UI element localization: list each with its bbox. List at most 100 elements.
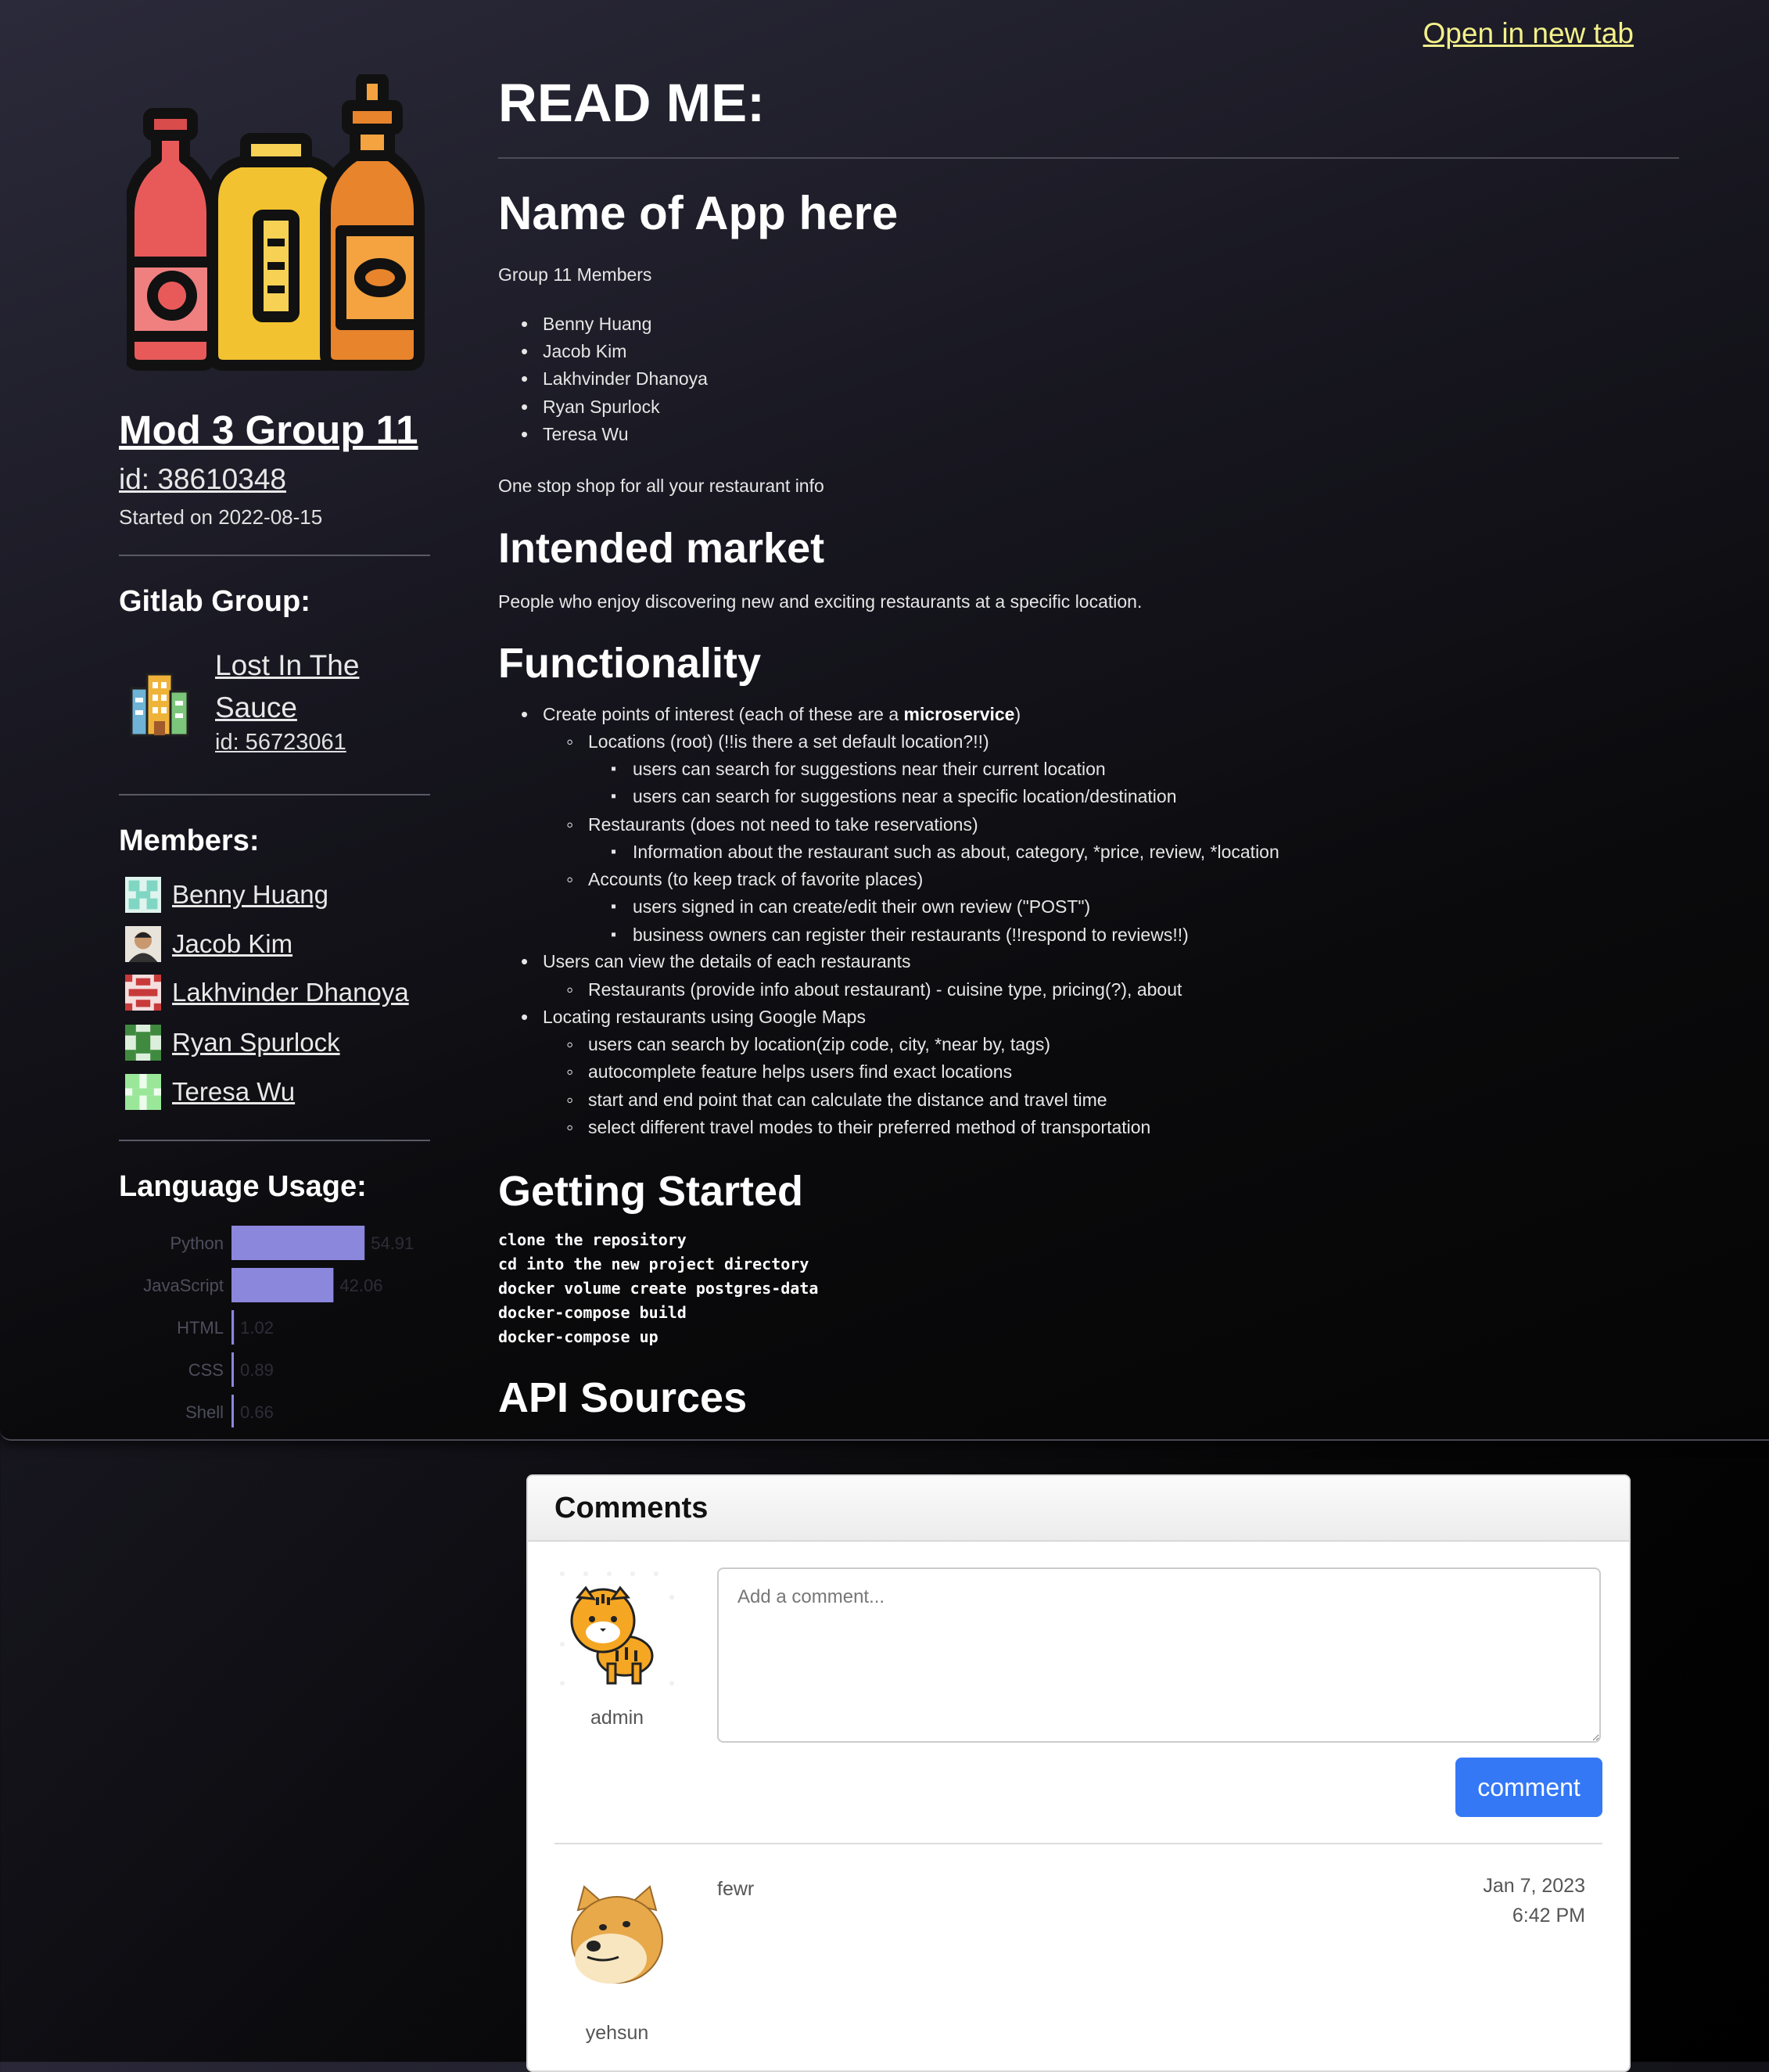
readme-divider xyxy=(498,157,1679,159)
intended-market-heading: Intended market xyxy=(498,525,825,572)
comment-date: Jan 7, 2023 xyxy=(1483,1875,1585,1897)
gitlab-group-link[interactable]: Lost In The Sauce xyxy=(215,645,418,729)
doge-avatar-icon xyxy=(554,1871,680,1996)
language-bar xyxy=(231,1310,235,1345)
getting-started-code-block: clone the repository cd into the new pro… xyxy=(498,1228,818,1349)
comments-divider xyxy=(554,1843,1602,1844)
functionality-subitem: select different travel modes to their p… xyxy=(566,1114,1150,1141)
comments-title: Comments xyxy=(554,1492,709,1524)
language-bar xyxy=(231,1395,234,1427)
member-link[interactable]: Ryan Spurlock xyxy=(172,1028,340,1058)
member-link[interactable]: Jacob Kim xyxy=(172,929,292,959)
functionality-detail: Information about the restaurant such as… xyxy=(611,838,1279,866)
functionality-text: ) xyxy=(1014,704,1021,724)
current-user-name: admin xyxy=(590,1707,644,1729)
language-label: Shell xyxy=(185,1402,224,1422)
member-avatar xyxy=(125,1074,161,1110)
functionality-subitem: users can search by location(zip code, c… xyxy=(566,1031,1050,1058)
language-bar xyxy=(231,1352,234,1387)
sidebar-divider xyxy=(119,794,430,795)
comment-author: yehsun xyxy=(585,2022,649,2044)
code-line: cd into the new project directory xyxy=(498,1255,809,1273)
functionality-subitem: autocomplete feature helps users find ex… xyxy=(566,1058,1012,1086)
language-label: JavaScript xyxy=(143,1276,224,1295)
intended-market-text: People who enjoy discovering new and exc… xyxy=(498,591,1143,612)
language-bar xyxy=(231,1268,334,1302)
language-usage-heading: Language Usage: xyxy=(119,1170,367,1203)
comment-timestamp: Jan 7, 2023 6:42 PM xyxy=(1483,1871,1585,1930)
code-line: clone the repository xyxy=(498,1230,687,1249)
microservice-bold-text: microservice xyxy=(903,704,1015,724)
language-label: HTML xyxy=(177,1318,224,1338)
readme-member-item: Teresa Wu xyxy=(521,421,628,448)
project-id-link[interactable]: id: 38610348 xyxy=(119,463,286,496)
group-avatar-buildings-icon xyxy=(130,673,189,737)
group-members-label: Group 11 Members xyxy=(498,264,652,285)
member-avatar xyxy=(125,1025,161,1061)
functionality-subitem: Restaurants (does not need to take reser… xyxy=(566,811,978,838)
code-line: docker-compose up xyxy=(498,1327,658,1346)
member-avatar xyxy=(125,877,161,913)
functionality-item: Users can view the details of each resta… xyxy=(521,948,910,975)
language-value-label: 0.66 xyxy=(240,1402,274,1422)
functionality-subitem: Restaurants (provide info about restaura… xyxy=(566,976,1182,1004)
readme-member-item: Ryan Spurlock xyxy=(521,393,659,421)
language-label: Python xyxy=(170,1234,224,1253)
member-link[interactable]: Lakhvinder Dhanoya xyxy=(172,978,409,1007)
readme-member-item: Benny Huang xyxy=(521,311,651,338)
functionality-item: Locating restaurants using Google Maps xyxy=(521,1004,866,1031)
gitlab-group-heading: Gitlab Group: xyxy=(119,585,310,618)
functionality-heading: Functionality xyxy=(498,640,761,687)
tiger-avatar-icon xyxy=(554,1566,680,1691)
member-link[interactable]: Benny Huang xyxy=(172,880,328,910)
functionality-text: Create points of interest (each of these… xyxy=(543,704,904,724)
language-usage-chart: Python 54.91 JavaScript 42.06 HTML 1.02 CSS 0.8… xyxy=(143,1226,414,1427)
functionality-detail: users can search for suggestions near th… xyxy=(611,756,1106,783)
functionality-detail: users signed in can create/edit their ow… xyxy=(611,893,1090,921)
functionality-subitem: start and end point that can calculate t… xyxy=(566,1086,1107,1114)
comment-time: 6:42 PM xyxy=(1512,1905,1585,1927)
language-value-label: 42.06 xyxy=(339,1276,382,1295)
member-item[interactable]: Benny Huang xyxy=(125,876,328,914)
member-avatar xyxy=(125,975,161,1011)
member-item[interactable]: Jacob Kim xyxy=(125,925,292,963)
sidebar-divider xyxy=(119,1140,430,1141)
functionality-subitem: Accounts (to keep track of favorite plac… xyxy=(566,866,923,893)
api-sources-heading: API Sources xyxy=(498,1374,748,1421)
member-item[interactable]: Ryan Spurlock xyxy=(125,1024,340,1061)
getting-started-heading: Getting Started xyxy=(498,1168,804,1215)
comments-card: Comments admin comment yehsun fewr Jan 7… xyxy=(526,1474,1631,2072)
member-item[interactable]: Lakhvinder Dhanoya xyxy=(125,974,409,1011)
language-value-label: 0.89 xyxy=(240,1360,274,1380)
app-tagline: One stop shop for all your restaurant in… xyxy=(498,476,824,496)
functionality-subitem: Locations (root) (!!is there a set defau… xyxy=(566,728,989,756)
code-line: docker-compose build xyxy=(498,1303,687,1322)
functionality-detail: users can search for suggestions near a … xyxy=(611,783,1176,810)
readme-heading: READ ME: xyxy=(498,73,766,133)
comments-header: Comments xyxy=(528,1476,1629,1542)
readme-member-item: Lakhvinder Dhanoya xyxy=(521,365,708,393)
comment-submit-button[interactable]: comment xyxy=(1455,1758,1602,1817)
language-bar xyxy=(231,1226,365,1260)
readme-member-item: Jacob Kim xyxy=(521,338,626,365)
code-line: docker volume create postgres-data xyxy=(498,1279,819,1298)
members-heading: Members: xyxy=(119,824,260,857)
functionality-detail: business owners can register their resta… xyxy=(611,921,1189,949)
language-value-label: 1.02 xyxy=(240,1318,274,1338)
project-title-link[interactable]: Mod 3 Group 11 xyxy=(119,407,418,453)
sauce-bottles-logo xyxy=(127,74,425,371)
member-link[interactable]: Teresa Wu xyxy=(172,1077,295,1107)
member-avatar xyxy=(125,926,161,962)
gitlab-group-id-link[interactable]: id: 56723061 xyxy=(215,730,346,756)
member-item[interactable]: Teresa Wu xyxy=(125,1073,295,1111)
language-label: CSS xyxy=(188,1360,224,1380)
sidebar-divider xyxy=(119,555,430,556)
project-start-date: Started on 2022-08-15 xyxy=(119,505,323,529)
project-panel: Open in new tab Mod 3 Group 11 id: 38610… xyxy=(0,0,1769,1441)
open-in-new-tab-link[interactable]: Open in new tab xyxy=(1423,17,1634,50)
language-value-label: 54.91 xyxy=(371,1234,414,1253)
app-name-heading: Name of App here xyxy=(498,187,899,239)
comment-text: fewr xyxy=(717,1878,755,1900)
functionality-item: Create points of interest (each of these… xyxy=(521,701,1021,728)
comment-input[interactable] xyxy=(717,1567,1601,1743)
